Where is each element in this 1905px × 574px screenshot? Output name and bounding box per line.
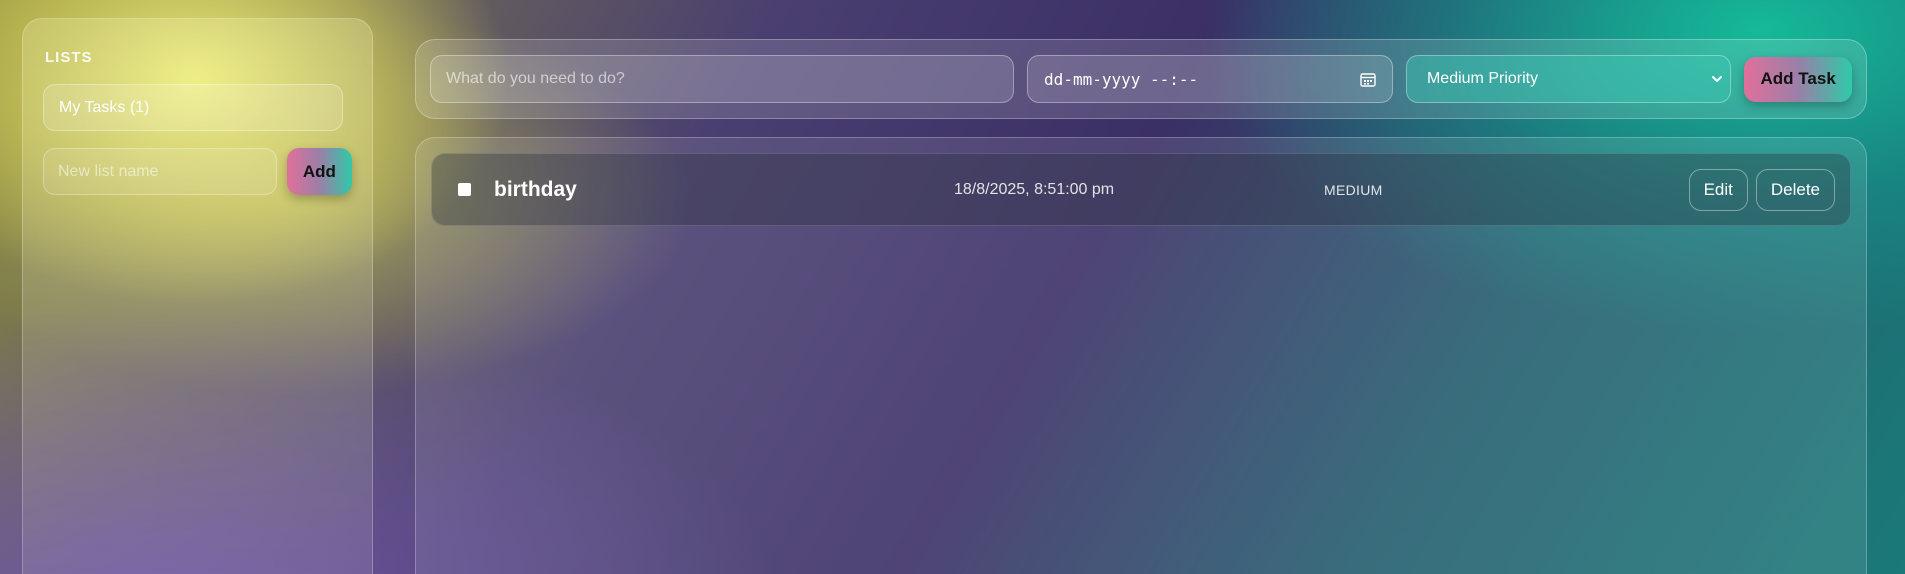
- task-row: birthday 18/8/2025, 8:51:00 pm MEDIUM Ed…: [431, 153, 1851, 226]
- new-list-input[interactable]: [43, 148, 277, 195]
- task-checkbox[interactable]: [458, 183, 471, 196]
- add-list-button[interactable]: Add: [286, 148, 352, 195]
- task-title: birthday: [494, 177, 577, 201]
- task-due-date: 18/8/2025, 8:51:00 pm: [954, 180, 1115, 198]
- task-priority-badge: MEDIUM: [1324, 181, 1383, 198]
- priority-selected-value: Medium Priority: [1426, 70, 1539, 87]
- task-actions: Edit Delete: [1688, 169, 1835, 211]
- calendar-icon[interactable]: [1360, 72, 1376, 87]
- task-list-panel: birthday 18/8/2025, 8:51:00 pm MEDIUM Ed…: [415, 137, 1867, 574]
- due-date-input[interactable]: dd-mm-yyyy --:--: [1027, 55, 1393, 103]
- priority-select[interactable]: Medium Priority: [1405, 55, 1732, 103]
- delete-task-button[interactable]: Delete: [1755, 169, 1835, 211]
- due-date-placeholder: dd-mm-yyyy --:--: [1044, 69, 1199, 89]
- task-input[interactable]: [430, 55, 1015, 103]
- new-list-row: Add: [43, 148, 352, 195]
- sidebar-item-my-tasks[interactable]: My Tasks (1): [43, 84, 343, 131]
- edit-task-button[interactable]: Edit: [1688, 169, 1748, 211]
- chevron-down-icon: [1710, 74, 1724, 84]
- task-toolbar: dd-mm-yyyy --:-- Medium Priority Add Tas…: [415, 39, 1867, 119]
- sidebar: LISTS My Tasks (1) Add: [22, 18, 373, 574]
- sidebar-title: LISTS: [45, 49, 93, 66]
- add-task-button[interactable]: Add Task: [1744, 56, 1852, 102]
